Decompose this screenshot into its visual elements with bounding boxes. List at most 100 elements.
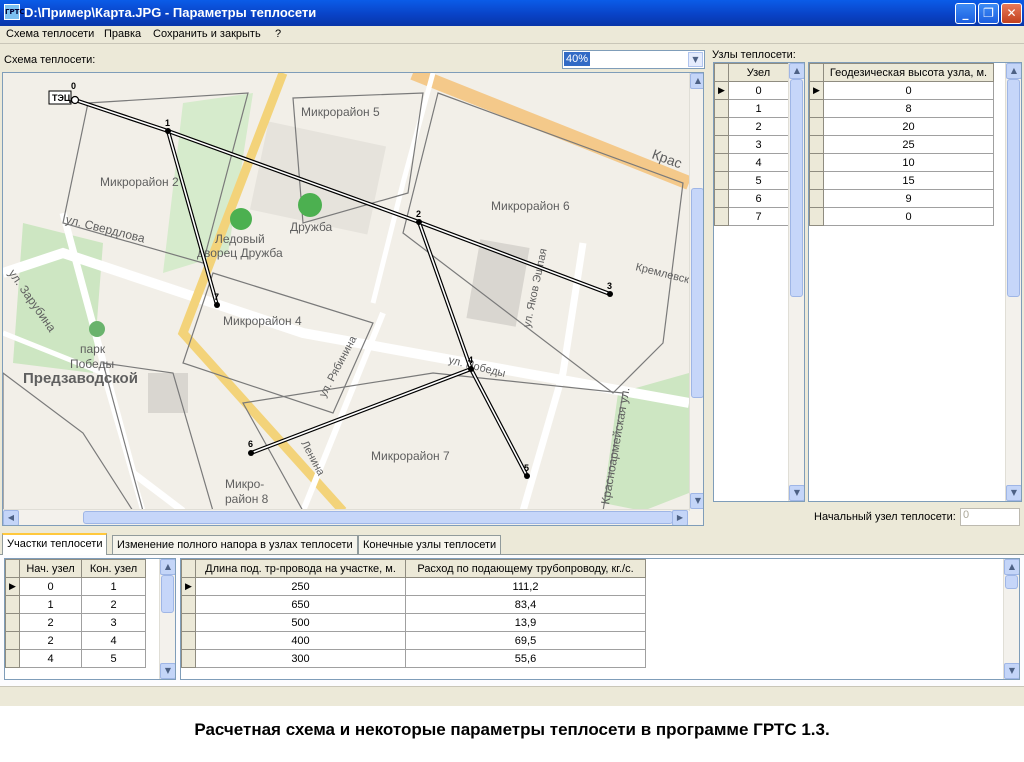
heights-vscrollbar[interactable]: ▲ ▼ bbox=[1005, 63, 1021, 501]
scroll-down-icon[interactable]: ▼ bbox=[160, 663, 175, 679]
node-label: 5 bbox=[524, 463, 529, 473]
menu-edit[interactable]: Правка bbox=[104, 28, 141, 40]
segment-nodes-vscrollbar[interactable]: ▲ ▼ bbox=[159, 559, 175, 679]
table-row[interactable]: 7 bbox=[714, 207, 789, 226]
menu-save-close[interactable]: Сохранить и закрыть bbox=[153, 28, 261, 40]
table-row[interactable]: 20 bbox=[809, 117, 994, 136]
table-row[interactable]: 9 bbox=[809, 189, 994, 208]
col-start-header[interactable]: Нач. узел bbox=[19, 559, 82, 578]
table-row[interactable]: 1 bbox=[714, 99, 789, 118]
map-label: район 8 bbox=[225, 492, 269, 506]
scroll-down-icon[interactable]: ▼ bbox=[789, 485, 804, 501]
segment-params-grid[interactable]: Длина под. тр-провода на участке, м. Расх… bbox=[180, 558, 1020, 680]
scroll-thumb[interactable] bbox=[790, 79, 803, 297]
minimize-icon[interactable]: _ bbox=[955, 3, 976, 24]
table-row[interactable]: 0 bbox=[809, 207, 994, 226]
col-flow-header[interactable]: Расход по подающему трубопроводу, кг./с. bbox=[405, 559, 646, 578]
map-label: Микрорайон 6 bbox=[491, 199, 570, 213]
tab-segments[interactable]: Участки теплосети bbox=[2, 533, 108, 555]
tab-strip: Участки теплосети Изменение полного напо… bbox=[0, 533, 1024, 555]
scroll-thumb[interactable] bbox=[1007, 79, 1020, 297]
table-row[interactable]: 23 bbox=[5, 613, 146, 632]
table-row[interactable]: 4 bbox=[714, 153, 789, 172]
col-node-header[interactable]: Узел bbox=[728, 63, 789, 82]
node-1 bbox=[165, 128, 171, 134]
table-row[interactable]: 6 bbox=[714, 189, 789, 208]
table-row[interactable]: 45 bbox=[5, 649, 146, 668]
maximize-icon[interactable]: ❐ bbox=[978, 3, 999, 24]
table-row[interactable]: 650 83,4 bbox=[181, 595, 646, 614]
scroll-up-icon[interactable]: ▲ bbox=[1006, 63, 1021, 79]
ice-palace-icon bbox=[230, 208, 252, 230]
scheme-label: Схема теплосети: bbox=[4, 54, 96, 66]
segment-nodes-grid[interactable]: Нач. узел Кон. узел ▶ 0 1 12 23 24 45 ▲ ▼ bbox=[4, 558, 176, 680]
scroll-down-icon[interactable]: ▼ bbox=[690, 493, 703, 509]
col-end-header[interactable]: Кон. узел bbox=[81, 559, 146, 578]
nodes-label: Узлы теплосети: bbox=[712, 49, 796, 61]
scroll-thumb[interactable] bbox=[161, 575, 174, 613]
table-row[interactable]: ▶ 0 bbox=[714, 81, 789, 100]
menu-bar: Схема теплосети Правка Сохранить и закры… bbox=[0, 26, 1024, 44]
table-row[interactable]: ▶ 0 bbox=[809, 81, 994, 100]
node-2 bbox=[416, 219, 422, 225]
tab-end-nodes[interactable]: Конечные узлы теплосети bbox=[358, 535, 502, 555]
col-length-header[interactable]: Длина под. тр-провода на участке, м. bbox=[195, 559, 406, 578]
menu-scheme[interactable]: Схема теплосети bbox=[6, 28, 94, 40]
scroll-down-icon[interactable]: ▼ bbox=[1006, 485, 1021, 501]
node-0 bbox=[70, 95, 80, 105]
scroll-up-icon[interactable]: ▲ bbox=[160, 559, 175, 575]
scroll-down-icon[interactable]: ▼ bbox=[1004, 663, 1019, 679]
nodes-grid[interactable]: Узел ▶ 0 1 2 3 4 5 6 7 ▲ ▼ bbox=[713, 62, 805, 502]
node-7 bbox=[214, 302, 220, 308]
scroll-right-icon[interactable]: ▶ bbox=[672, 510, 688, 525]
table-row[interactable]: 400 69,5 bbox=[181, 631, 646, 650]
node-3 bbox=[607, 291, 613, 297]
menu-help[interactable]: ? bbox=[275, 28, 281, 40]
scroll-thumb[interactable] bbox=[691, 188, 703, 398]
table-row[interactable]: 2 bbox=[714, 117, 789, 136]
node-label: 1 bbox=[165, 118, 170, 128]
map-label: Микрорайон 4 bbox=[223, 314, 302, 328]
node-4 bbox=[468, 366, 474, 372]
chevron-down-icon[interactable]: ▼ bbox=[688, 52, 703, 67]
scroll-up-icon[interactable]: ▲ bbox=[1004, 559, 1019, 575]
tab-head-change[interactable]: Изменение полного напора в узлах теплосе… bbox=[112, 535, 358, 555]
scheme-map[interactable]: Микрорайон 5 Микрорайон 2 Микрорайон 6 Л… bbox=[2, 72, 704, 526]
map-hscrollbar[interactable]: ◀ ▶ bbox=[3, 509, 689, 525]
map-label: Микрорайон 2 bbox=[100, 175, 179, 189]
col-height-header[interactable]: Геодезическая высота узла, м. bbox=[823, 63, 994, 82]
scroll-left-icon[interactable]: ◀ bbox=[3, 510, 19, 525]
app-window: ГРТС D:\Пример\Карта.JPG - Параметры теп… bbox=[0, 0, 1024, 706]
table-row[interactable]: 25 bbox=[809, 135, 994, 154]
table-row[interactable]: 12 bbox=[5, 595, 146, 614]
heights-grid[interactable]: Геодезическая высота узла, м. ▶ 0 8 20 25… bbox=[808, 62, 1022, 502]
app-icon: ГРТС bbox=[4, 4, 25, 20]
scroll-thumb[interactable] bbox=[83, 511, 673, 524]
nodes-vscrollbar[interactable]: ▲ ▼ bbox=[788, 63, 804, 501]
table-row[interactable]: 15 bbox=[809, 171, 994, 190]
map-vscrollbar[interactable]: ▲ ▼ bbox=[689, 73, 703, 511]
scroll-up-icon[interactable]: ▲ bbox=[789, 63, 804, 79]
table-row[interactable]: 10 bbox=[809, 153, 994, 172]
table-row[interactable]: 8 bbox=[809, 99, 994, 118]
table-row[interactable]: 24 bbox=[5, 631, 146, 650]
map-label: Микрорайон 7 bbox=[371, 449, 450, 463]
table-row[interactable]: ▶ 250 111,2 bbox=[181, 577, 646, 596]
title-bar: ГРТС D:\Пример\Карта.JPG - Параметры теп… bbox=[0, 0, 1024, 26]
map-svg: Микрорайон 5 Микрорайон 2 Микрорайон 6 Л… bbox=[3, 73, 689, 511]
start-node-input[interactable]: 0 bbox=[960, 508, 1020, 526]
segment-params-vscrollbar[interactable]: ▲ ▼ bbox=[1003, 559, 1019, 679]
scroll-thumb[interactable] bbox=[1005, 575, 1018, 589]
map-label: Дружба bbox=[290, 220, 333, 234]
table-row[interactable]: ▶ 0 1 bbox=[5, 577, 146, 596]
window-title: D:\Пример\Карта.JPG - Параметры теплосет… bbox=[24, 5, 317, 20]
table-row[interactable]: 5 bbox=[714, 171, 789, 190]
table-row[interactable]: 300 55,6 bbox=[181, 649, 646, 668]
node-label: 7 bbox=[214, 292, 219, 302]
scroll-up-icon[interactable]: ▲ bbox=[690, 73, 703, 89]
zoom-select[interactable]: 40% ▼ bbox=[562, 50, 705, 69]
table-row[interactable]: 500 13,9 bbox=[181, 613, 646, 632]
node-label: 4 bbox=[468, 355, 473, 365]
table-row[interactable]: 3 bbox=[714, 135, 789, 154]
close-icon[interactable]: ✕ bbox=[1001, 3, 1022, 24]
